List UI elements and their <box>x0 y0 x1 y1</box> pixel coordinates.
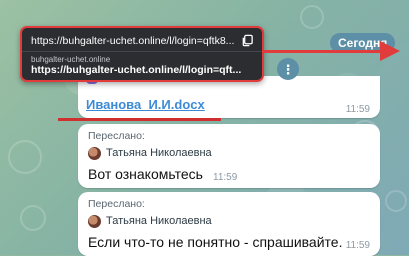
background-doodle <box>20 205 46 231</box>
avatar <box>88 215 101 228</box>
copy-icon[interactable] <box>241 34 254 47</box>
forwarded-label: Переслано: <box>88 198 145 210</box>
background-doodle <box>8 140 42 174</box>
message-text: Если что-то не понятно - спрашивайте. <box>88 234 343 250</box>
forwarded-message[interactable]: Переслано: Татьяна Николаевна Если что-т… <box>78 192 380 256</box>
sender-name[interactable]: Татьяна Николаевна <box>106 147 212 159</box>
url-tooltip: https://buhgalter-uchet.online/l/login=q… <box>20 26 264 82</box>
annotation-arrow <box>262 50 385 53</box>
url-host: buhgalter-uchet.online <box>31 55 111 64</box>
avatar <box>88 147 101 160</box>
message-time: 11:59 <box>345 104 370 115</box>
message-time: 11:59 <box>213 172 238 183</box>
url-full-text: https://buhgalter-uchet.online/l/login=q… <box>31 35 235 47</box>
highlight-underline <box>58 118 221 121</box>
sender-name[interactable]: Татьяна Николаевна <box>106 215 212 227</box>
background-doodle <box>385 190 407 212</box>
message-text: Вот ознакомьтесь <box>88 166 203 182</box>
annotation-arrow-head <box>380 41 400 61</box>
forwarded-label: Переслано: <box>88 130 145 142</box>
file-message[interactable]: Иванова_И.И.docx 11:59 <box>78 74 380 118</box>
url-link[interactable]: https://buhgalter-uchet.online/l/login=q… <box>31 64 257 76</box>
more-options-button[interactable]: ⋮ <box>277 58 299 80</box>
more-vertical-icon: ⋮ <box>281 61 295 77</box>
message-time: 11:59 <box>345 240 370 251</box>
divider <box>22 51 262 52</box>
background-doodle <box>300 5 324 29</box>
forwarded-message[interactable]: Переслано: Татьяна Николаевна Вот ознако… <box>78 124 380 188</box>
file-link[interactable]: Иванова_И.И.docx <box>86 97 205 112</box>
